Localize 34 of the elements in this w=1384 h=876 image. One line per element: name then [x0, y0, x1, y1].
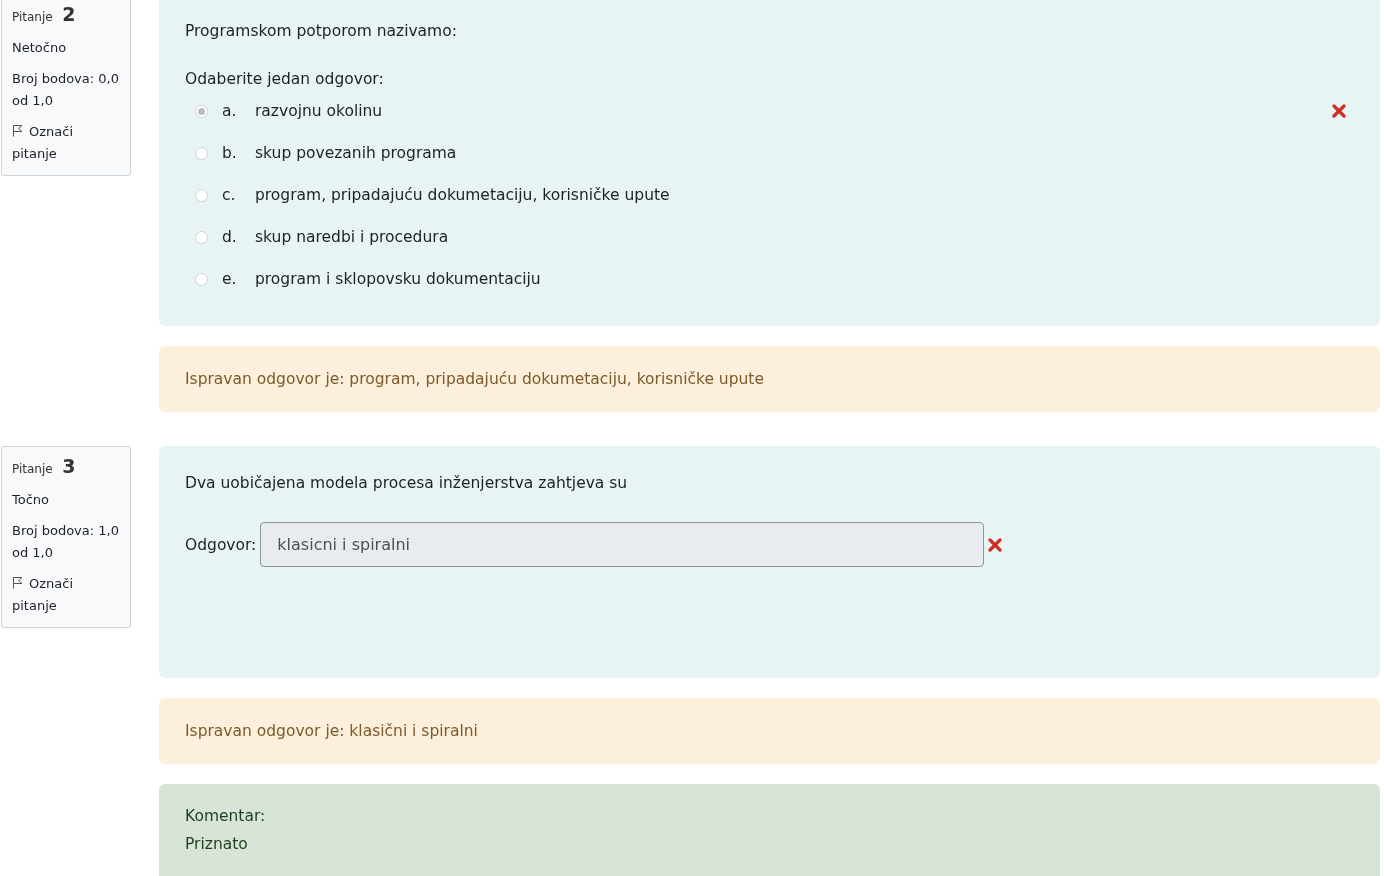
option-letter: b.: [222, 144, 238, 162]
answer-label: Odgovor:: [185, 535, 257, 554]
option-text: program, pripadajuću dokumetaciju, korisničke upute: [255, 186, 670, 204]
option-text: skup naredbi i procedura: [255, 228, 449, 246]
question-marks: Broj bodova: 1,0 od 1,0: [12, 522, 120, 562]
question-number: Pitanje 2: [12, 3, 77, 27]
option-text: program i sklopovsku dokumentaciju: [255, 270, 541, 288]
question-state: Netočno: [12, 39, 68, 57]
radio-button[interactable]: [195, 146, 208, 160]
correct-answer-feedback: Ispravan odgovor je: program, pripadajuću dokumetaciju, korisničke upute: [159, 346, 1380, 412]
question-marks: Broj bodova: 0,0 od 1,0: [12, 70, 120, 110]
question-text: Dva uobičajena modela procesa inženjerstva zahtjeva su: [185, 474, 629, 492]
option-letter: e.: [222, 270, 238, 288]
answer-field[interactable]: klasicni i spiralni: [260, 522, 985, 567]
option-letter: c.: [222, 186, 237, 204]
flag-question-link[interactable]: Označi pitanje: [12, 121, 120, 165]
radio-button[interactable]: [195, 230, 208, 244]
comment-title: Komentar:: [185, 806, 267, 827]
question-number: Pitanje 3: [12, 455, 77, 479]
radio-button[interactable]: [195, 272, 208, 286]
correct-answer-feedback: Ispravan odgovor je: klasični i spiralni: [159, 698, 1380, 764]
flag-question-link[interactable]: Označi pitanje: [12, 573, 120, 617]
radio-button[interactable]: [195, 188, 208, 202]
option-letter: a.: [222, 102, 238, 120]
radio-button[interactable]: [195, 104, 208, 118]
question-text: Programskom potporom nazivamo:: [185, 22, 458, 40]
option-text: skup povezanih programa: [255, 144, 457, 162]
answer-prompt: Odaberite jedan odgovor:: [185, 70, 385, 88]
option-text: razvojnu okolinu: [255, 102, 383, 120]
flag-icon: [12, 576, 23, 589]
flag-icon: [12, 124, 23, 137]
option-letter: d.: [222, 228, 238, 246]
comment-text: Priznato: [185, 834, 249, 855]
question-state: Točno: [12, 491, 51, 509]
